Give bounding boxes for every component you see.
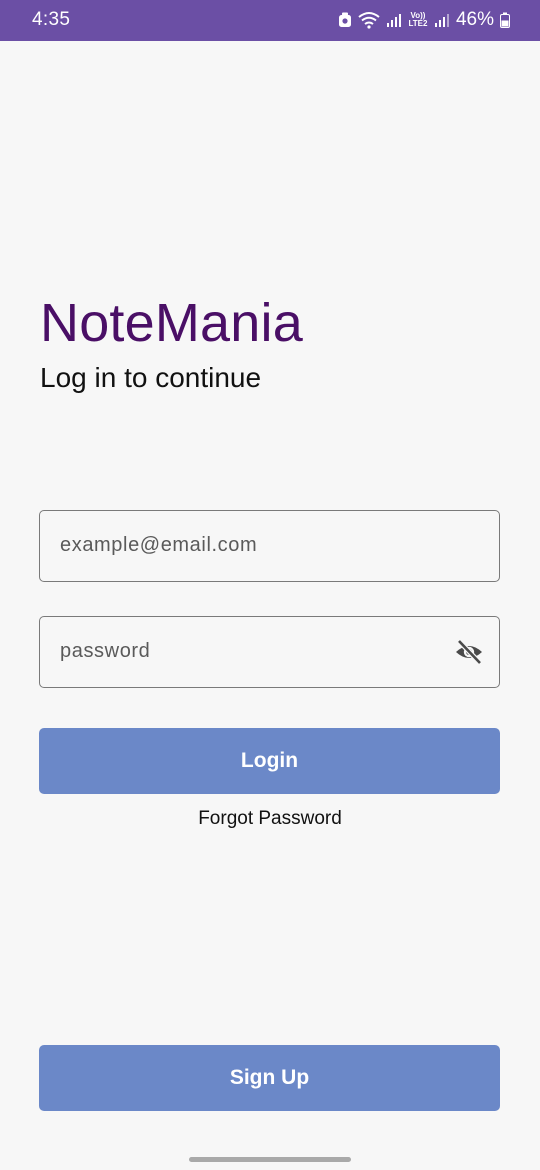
battery-icon	[500, 12, 510, 28]
android-notification-icon	[338, 12, 351, 27]
status-time: 4:35	[32, 9, 71, 30]
login-button[interactable]: Login	[39, 728, 500, 794]
wifi-icon	[358, 12, 380, 29]
app-title: NoteMania	[40, 293, 303, 353]
status-icons: Vo)) LTE2 46%	[338, 8, 510, 32]
signal-strength-icon	[386, 14, 401, 27]
email-input[interactable]	[60, 511, 440, 580]
signal-strength-icon-2	[434, 14, 449, 27]
volte-lte2-indicator: Vo)) LTE2	[408, 11, 428, 28]
password-input[interactable]	[60, 617, 440, 686]
status-bar: 4:35 Vo)) LTE2 46%	[0, 0, 540, 41]
login-subtitle: Log in to continue	[40, 362, 262, 393]
password-field-container	[39, 616, 500, 688]
eye-off-icon[interactable]	[454, 639, 484, 665]
battery-percent: 46%	[455, 9, 494, 30]
sign-up-button[interactable]: Sign Up	[39, 1045, 500, 1111]
forgot-password-link[interactable]: Forgot Password	[0, 808, 540, 830]
home-indicator[interactable]	[189, 1157, 351, 1162]
email-field-container	[39, 510, 500, 582]
